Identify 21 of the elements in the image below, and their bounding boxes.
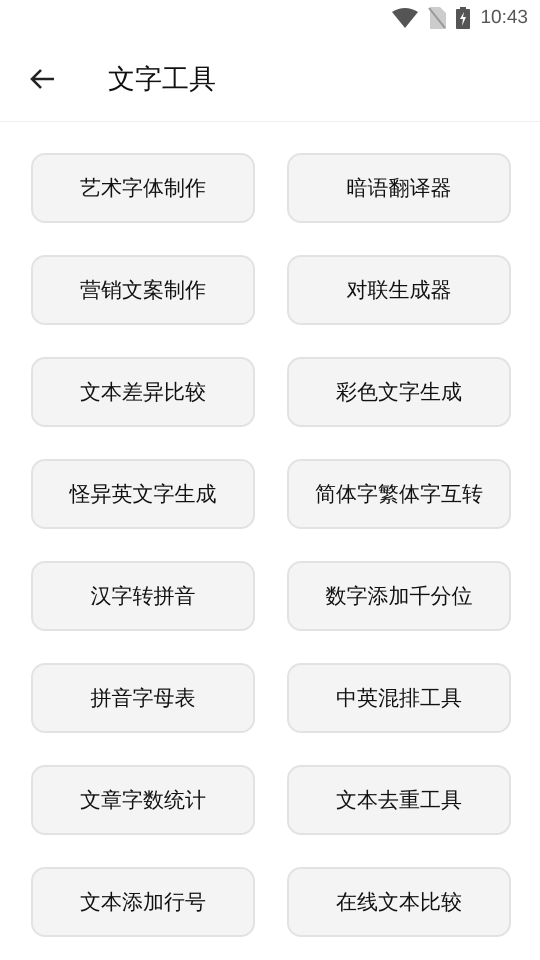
tool-button[interactable]: 在线文本比较 xyxy=(287,867,511,937)
tool-button[interactable]: 数字添加千分位 xyxy=(287,561,511,631)
tool-button[interactable]: 营销文案制作 xyxy=(31,255,255,325)
tool-button[interactable]: 暗语翻译器 xyxy=(287,153,511,223)
tool-button[interactable]: 汉字转拼音 xyxy=(31,561,255,631)
status-time: 10:43 xyxy=(480,7,528,29)
tool-button[interactable]: 怪异英文字生成 xyxy=(31,459,255,529)
tool-button[interactable]: 对联生成器 xyxy=(287,255,511,325)
tool-button[interactable]: 文本去重工具 xyxy=(287,765,511,835)
tool-button[interactable]: 文本差异比较 xyxy=(31,357,255,427)
tool-button[interactable]: 文本添加行号 xyxy=(31,867,255,937)
no-sim-icon xyxy=(428,7,446,29)
tool-button[interactable]: 艺术字体制作 xyxy=(31,153,255,223)
tool-button[interactable]: 中英混排工具 xyxy=(287,663,511,733)
tool-button[interactable]: 简体字繁体字互转 xyxy=(287,459,511,529)
tool-button[interactable]: 文章字数统计 xyxy=(31,765,255,835)
tool-button[interactable]: 拼音字母表 xyxy=(31,663,255,733)
battery-charging-icon xyxy=(456,7,470,29)
wifi-icon xyxy=(392,8,418,28)
tool-button[interactable]: 彩色文字生成 xyxy=(287,357,511,427)
page-title: 文字工具 xyxy=(108,62,216,96)
